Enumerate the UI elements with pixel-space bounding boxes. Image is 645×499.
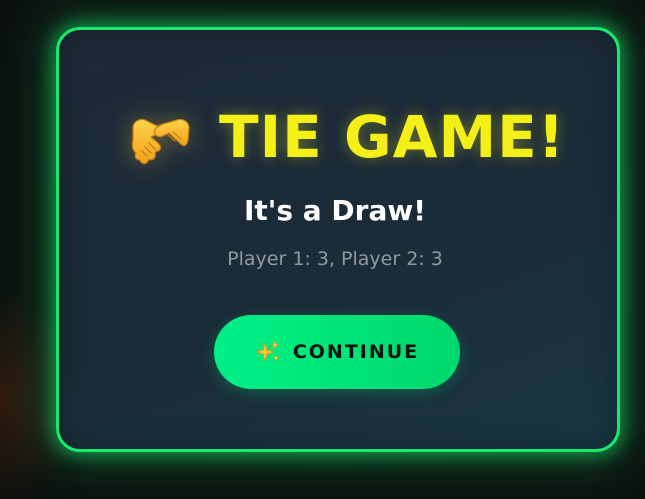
sparkles-icon — [254, 339, 281, 365]
result-title: TIE GAME! — [219, 103, 566, 171]
result-subtitle: It's a Draw! — [243, 194, 426, 227]
continue-button-label: CONTINUE — [292, 341, 420, 363]
score-summary: Player 1: 3, Player 2: 3 — [227, 248, 443, 270]
continue-button[interactable]: CONTINUE — [214, 315, 460, 389]
result-title-row: TIE GAME! — [59, 102, 617, 172]
result-modal: TIE GAME! It's a Draw! Player 1: 3, Play… — [56, 27, 620, 452]
handshake-icon — [129, 110, 193, 168]
